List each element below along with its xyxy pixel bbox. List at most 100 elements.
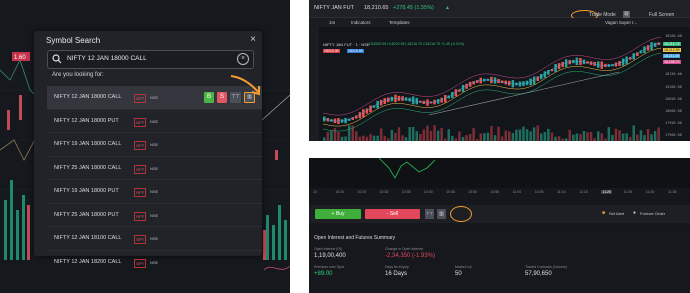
price-tag: 18,211.09 <box>663 54 681 58</box>
y-tick: 17900.00 <box>665 133 682 137</box>
search-icon <box>52 54 62 64</box>
volume-bar <box>476 139 479 141</box>
result-list: NIFTY 12 JAN 18000 CALL OPT NSE B S ⊤⊤ ▥… <box>47 86 262 273</box>
price-tag: 18,216.75 <box>663 42 681 46</box>
clear-search-icon[interactable]: × <box>237 53 249 65</box>
volume-bar <box>365 136 369 141</box>
volume-bar <box>586 132 589 141</box>
suggestion-prompt: Are you looking for: <box>52 72 104 78</box>
volume-bar <box>397 127 401 141</box>
volume-bar <box>347 125 351 141</box>
stat-value: 50 <box>455 271 462 277</box>
buy-button[interactable]: B <box>204 92 214 103</box>
result-name: NIFTY 19 JAN 18000 PUT <box>54 188 119 194</box>
volume-bar <box>508 131 511 141</box>
x-tick: 11:15 <box>579 190 588 194</box>
volume-bar <box>408 127 411 141</box>
stat-value: 1,19,00,400 <box>314 253 346 259</box>
instrument-type-badge: OPT <box>134 94 147 103</box>
volume-bar <box>440 127 443 141</box>
result-row[interactable]: NIFTY 25 JAN 18000 PUT OPT NSE <box>47 204 262 227</box>
exchange-label: NSE <box>150 259 159 265</box>
volume-bar <box>465 135 468 141</box>
sell-button[interactable]: S <box>217 92 227 103</box>
volume-bar <box>337 132 340 141</box>
volume-bar <box>415 131 418 141</box>
x-tick: 10:30 <box>379 190 389 194</box>
set-alert-button[interactable]: Set Alert <box>609 211 624 216</box>
volume-bar <box>547 128 550 141</box>
result-row[interactable]: NIFTY 25 JAN 18000 CALL OPT NSE <box>47 157 262 180</box>
result-name: NIFTY 25 JAN 18000 CALL <box>54 164 122 171</box>
time-axis: 10 10:20 10:25 10:30 10:35 10:40 10:45 10:50 10:… <box>309 189 690 197</box>
result-row[interactable]: NIFTY 12 JAN 18200 CALL OPT NSE <box>47 251 262 274</box>
instrument-type-badge: OPT <box>134 141 147 150</box>
volume-bar <box>614 128 618 141</box>
indicator-line <box>322 52 662 132</box>
option-chain-icon[interactable]: ⊤⊤ <box>425 209 434 219</box>
stat-value: 16 Days <box>385 271 408 277</box>
volume-bar <box>344 136 347 141</box>
order-panel-window: 10 10:20 10:25 10:30 10:35 10:40 10:45 10:50 10:… <box>309 158 690 293</box>
price-tag: 18,212.99 <box>663 48 681 52</box>
toggle-icon[interactable]: ⊡ <box>623 11 630 18</box>
volume-bar <box>593 138 596 141</box>
volume-bar <box>604 138 607 141</box>
result-row[interactable]: NIFTY 12 JAN 18000 PUT OPT NSE <box>47 110 262 133</box>
close-icon[interactable]: × <box>250 34 256 45</box>
volume-bar <box>582 131 586 141</box>
x-tick: 11:35 <box>668 190 677 194</box>
result-row[interactable]: NIFTY 12 JAN 18100 CALL OPT NSE <box>47 227 262 251</box>
search-input[interactable]: NIFTY 12 JAN 18000 CALL × <box>47 50 254 69</box>
volume-bar <box>550 132 554 141</box>
annotation-circle <box>450 206 472 222</box>
volume-bar <box>323 137 326 141</box>
change-arrow-icon: ▲ <box>445 5 450 11</box>
volume-bar <box>564 138 568 141</box>
forever-order-button[interactable]: Forever Order <box>640 211 665 216</box>
x-tick: 11:25 <box>623 190 633 194</box>
volume-bar <box>625 133 628 141</box>
oi-title: Open Interest and Futures Summary <box>314 235 396 241</box>
search-query[interactable]: NIFTY 12 JAN 18000 CALL <box>67 55 147 62</box>
volume-bar <box>515 129 518 141</box>
result-row[interactable]: NIFTY 19 JAN 18000 PUT OPT NSE <box>47 180 262 204</box>
chart-icon[interactable]: ▥ <box>437 209 446 219</box>
sell-button[interactable]: - Sell <box>365 209 420 219</box>
exchange-label: NSE <box>150 165 159 171</box>
indicators-button[interactable]: Indicators <box>351 20 371 25</box>
x-tick: 10:45 <box>446 190 455 194</box>
volume-bar <box>422 129 426 141</box>
templates-button[interactable]: Templates <box>389 20 410 25</box>
stat-label: Market Lot <box>455 265 472 269</box>
oi-summary: Open Interest and Futures Summary Open I… <box>309 231 690 293</box>
left-price-badge: 1.60 <box>14 55 26 61</box>
alert-icon: ■ <box>602 210 606 216</box>
layout-selector[interactable]: Vagan Super I... <box>605 20 637 25</box>
instrument-type-badge: OPT <box>134 258 147 268</box>
volume-bar <box>394 132 397 141</box>
instrument-type-badge: OPT <box>134 117 147 127</box>
volume-bar <box>355 131 358 141</box>
volume-bar <box>632 125 635 141</box>
price-tag: 18,208.70 <box>663 60 681 64</box>
trend-line[interactable] <box>428 71 620 116</box>
volume-bar <box>621 133 625 141</box>
candles-svg <box>322 36 662 141</box>
buy-button[interactable]: + Buy <box>315 209 361 219</box>
volume-bar <box>643 135 646 141</box>
stat-label: Days for Expiry <box>385 265 409 269</box>
result-row[interactable]: NIFTY 19 JAN 18000 CALL OPT NSE <box>47 133 262 157</box>
x-tick: 11:30 <box>645 190 655 194</box>
volume-bar <box>483 133 486 141</box>
volume-bar <box>454 138 458 141</box>
mini-chart <box>309 158 690 188</box>
exchange-label: NSE <box>150 142 159 147</box>
result-name: NIFTY 12 JAN 18000 CALL <box>54 94 122 100</box>
last-price: 18,210.65 <box>364 5 389 11</box>
x-tick: 10:55 <box>490 190 500 194</box>
volume-bar <box>525 129 529 141</box>
volume-bar <box>636 134 639 141</box>
volume-bar <box>607 127 611 141</box>
interval-selector[interactable]: 1m <box>329 20 335 25</box>
